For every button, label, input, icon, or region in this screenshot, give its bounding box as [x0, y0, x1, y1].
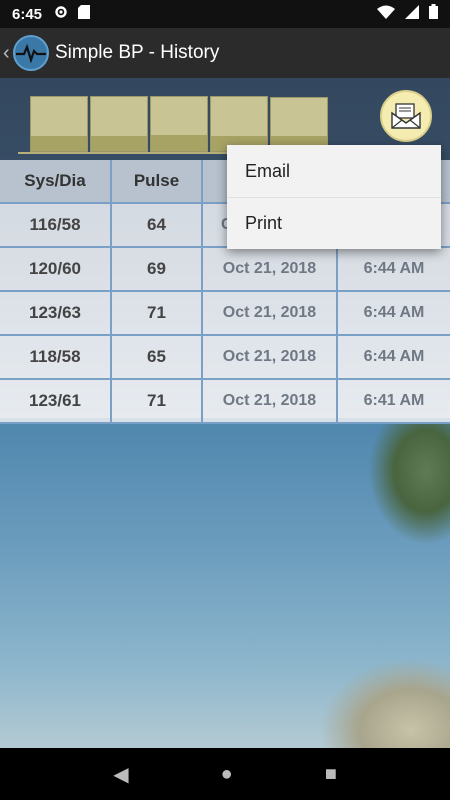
app-title: Simple BP - History — [55, 42, 220, 63]
table-row[interactable]: 123/63 71 Oct 21, 2018 6:44 AM — [0, 292, 450, 336]
cell-time: 6:41 AM — [338, 380, 450, 422]
share-button[interactable] — [380, 90, 432, 142]
nav-recents-icon[interactable]: ■ — [325, 763, 337, 786]
share-menu: Email Print — [227, 145, 441, 249]
chart-bar-lower — [91, 136, 147, 151]
email-icon — [391, 103, 421, 129]
cell-bp: 120/60 — [0, 248, 112, 290]
chart-bar-lower — [31, 136, 87, 151]
chart-bar-lower — [151, 135, 207, 151]
cell-bp: 123/63 — [0, 292, 112, 334]
nav-back-icon[interactable]: ◀ — [113, 762, 128, 787]
cell-pulse: 71 — [112, 380, 203, 422]
cell-date: Oct 21, 2018 — [203, 292, 338, 334]
table-row[interactable]: 120/60 69 Oct 21, 2018 6:44 AM — [0, 248, 450, 292]
cell-bp: 118/58 — [0, 336, 112, 378]
cell-date: Oct 21, 2018 — [203, 336, 338, 378]
cell-pulse: 71 — [112, 292, 203, 334]
cell-pulse: 64 — [112, 204, 203, 246]
signal-icon — [405, 4, 419, 24]
cell-bp: 116/58 — [0, 204, 112, 246]
chart-bar — [270, 97, 328, 152]
chart-bar — [150, 96, 208, 152]
status-time: 6:45 — [12, 5, 43, 23]
background-trees — [370, 423, 450, 543]
table-row[interactable]: 118/58 65 Oct 21, 2018 6:44 AM — [0, 336, 450, 380]
chart-bar — [30, 96, 88, 152]
cell-date: Oct 21, 2018 — [203, 248, 338, 290]
cell-pulse: 65 — [112, 336, 203, 378]
background-rocks — [320, 658, 450, 748]
cell-date: Oct 21, 2018 — [203, 380, 338, 422]
back-button[interactable]: ‹ — [3, 42, 13, 65]
sd-card-icon — [78, 4, 91, 24]
header-sys-dia[interactable]: Sys/Dia — [0, 160, 112, 202]
nav-home-icon[interactable]: ● — [221, 763, 233, 786]
status-right — [377, 4, 438, 24]
menu-item-print[interactable]: Print — [227, 197, 441, 249]
status-bar: 6:45 — [0, 0, 450, 28]
cell-pulse: 69 — [112, 248, 203, 290]
cell-time: 6:44 AM — [338, 336, 450, 378]
battery-icon — [429, 4, 438, 24]
app-bar: ‹ Simple BP - History — [0, 28, 450, 78]
table-row[interactable]: 123/61 71 Oct 21, 2018 6:41 AM — [0, 380, 450, 424]
wifi-icon — [377, 5, 395, 24]
system-nav-bar: ◀ ● ■ — [0, 748, 450, 800]
app-logo-icon[interactable] — [13, 35, 49, 71]
header-pulse[interactable]: Pulse — [112, 160, 203, 202]
cell-time: 6:44 AM — [338, 248, 450, 290]
chart-bar — [210, 96, 268, 152]
menu-item-email[interactable]: Email — [227, 145, 441, 197]
cell-time: 6:44 AM — [338, 292, 450, 334]
cell-bp: 123/61 — [0, 380, 112, 422]
chart-bar — [90, 96, 148, 152]
gear-icon — [54, 5, 68, 24]
